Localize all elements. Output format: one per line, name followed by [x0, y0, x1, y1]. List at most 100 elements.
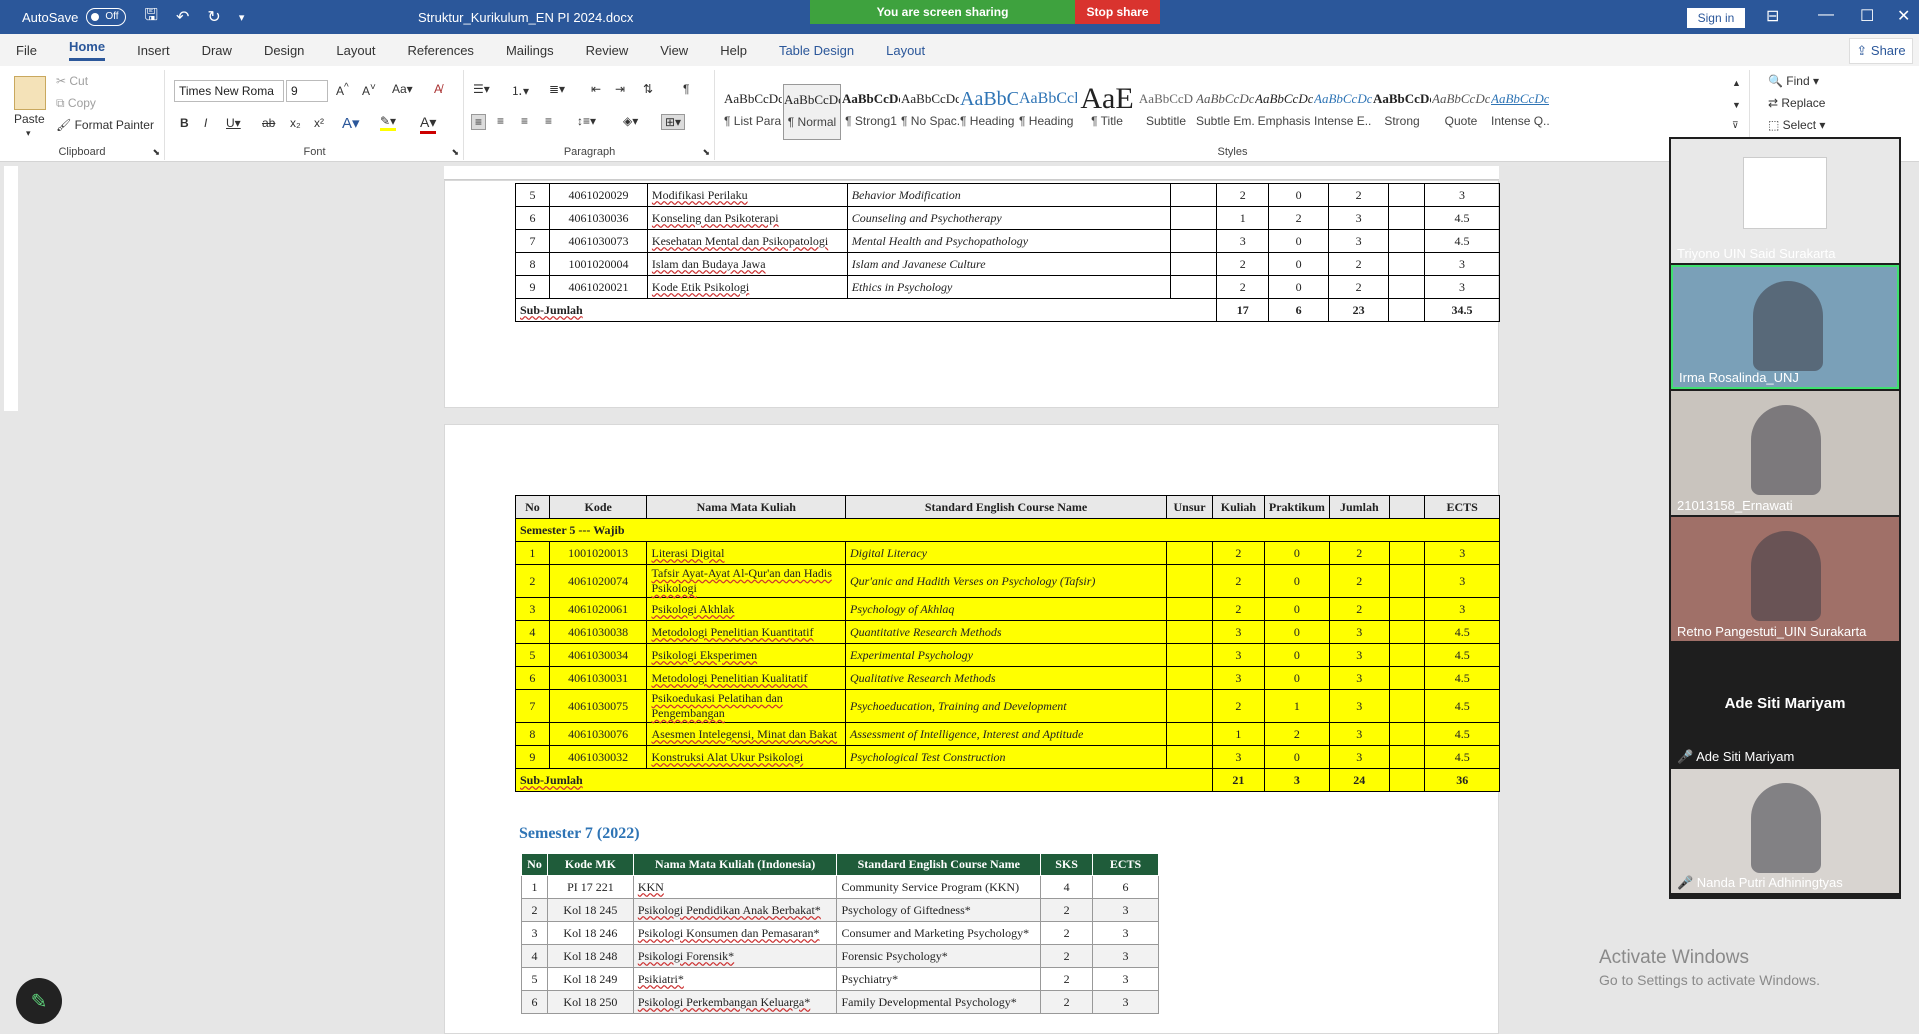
select-button[interactable]: ⬚ Select ▾: [1768, 118, 1825, 132]
semester5-cell: Psikologi Akhlak: [646, 597, 846, 621]
ribbon-display-icon[interactable]: ⊟: [1766, 6, 1779, 26]
page-1[interactable]: 5 4061020029 Modifikasi Perilaku Behavior M…: [444, 180, 1500, 408]
replace-button[interactable]: ⇄ Replace: [1768, 96, 1825, 110]
paste-button[interactable]: Paste: [14, 112, 45, 126]
align-left-icon[interactable]: ≡: [471, 114, 487, 130]
tab-home[interactable]: Home: [68, 39, 106, 61]
page1-cell: [1170, 275, 1218, 299]
tab-view[interactable]: View: [660, 43, 688, 58]
styles-scroll-up-icon[interactable]: ▲: [1732, 78, 1741, 88]
italic-icon[interactable]: I: [204, 116, 207, 130]
semester5-cell: Quantitative Research Methods: [844, 620, 1168, 644]
tab-help[interactable]: Help: [720, 43, 747, 58]
page-2[interactable]: No Kode Nama Mata Kuliah Standard English C…: [444, 424, 1500, 1034]
justify-icon[interactable]: ≡: [545, 114, 552, 128]
semester7-header: ECTS: [1092, 853, 1159, 876]
decrease-indent-icon[interactable]: ⇤: [591, 82, 601, 96]
share-button[interactable]: ⇪ Share: [1849, 38, 1913, 64]
autosave-toggle[interactable]: Off: [86, 8, 127, 26]
superscript-icon[interactable]: x²: [314, 116, 324, 130]
style-preview: AaBbCcDd: [842, 91, 900, 106]
clipboard-launcher-icon[interactable]: ⬊: [152, 147, 160, 158]
style-subtle-em[interactable]: AaBbCcDc Subtle Em...: [1196, 84, 1254, 140]
highlight-color-icon[interactable]: ✎▾: [380, 114, 397, 131]
style-heading-1[interactable]: AaBbC ¶ Heading 1: [960, 84, 1018, 140]
borders-icon[interactable]: ⊞▾: [661, 114, 686, 130]
style-heading-2[interactable]: AaBbCcl ¶ Heading 2: [1019, 84, 1077, 140]
stop-share-button[interactable]: Stop share: [1075, 0, 1160, 24]
sort-icon[interactable]: ⇅: [643, 82, 653, 96]
paste-icon[interactable]: [14, 76, 46, 110]
shrink-font-icon[interactable]: A˅: [362, 82, 376, 98]
font-name-combobox[interactable]: Times New Roma: [174, 80, 284, 102]
maximize-icon[interactable]: ☐: [1860, 6, 1874, 26]
redo-icon[interactable]: ↻: [207, 7, 220, 27]
bullets-icon[interactable]: ☰▾: [473, 82, 490, 96]
cut-button[interactable]: ✂ Cut: [56, 74, 88, 88]
tab-design[interactable]: Design: [264, 43, 304, 58]
tab-table-layout[interactable]: Layout: [886, 43, 925, 58]
minimize-icon[interactable]: —: [1818, 6, 1834, 24]
style-subtitle[interactable]: AaBbCcD Subtitle: [1137, 84, 1195, 140]
style-title[interactable]: AaE ¶ Title: [1078, 84, 1136, 140]
line-spacing-icon[interactable]: ↕≡▾: [577, 114, 596, 128]
styles-group: AaBbCcDc¶ List Para...AaBbCcDc¶ NormalAa…: [716, 70, 1750, 160]
style-strong[interactable]: AaBbCcDd Strong: [1373, 84, 1431, 140]
tab-mailings[interactable]: Mailings: [506, 43, 554, 58]
style-intense-e[interactable]: AaBbCcDc Intense E...: [1314, 84, 1372, 140]
font-size-combobox[interactable]: 9: [286, 80, 328, 102]
tab-draw[interactable]: Draw: [202, 43, 232, 58]
style-normal[interactable]: AaBbCcDc ¶ Normal: [783, 84, 841, 140]
save-icon[interactable]: 🖫: [144, 4, 158, 31]
style-quote[interactable]: AaBbCcDc Quote: [1432, 84, 1490, 140]
style-intense-q[interactable]: AaBbCcDc Intense Q...: [1491, 84, 1549, 140]
styles-scroll-down-icon[interactable]: ▼: [1732, 100, 1741, 110]
shading-icon[interactable]: ◈▾: [623, 114, 638, 128]
style-list-para[interactable]: AaBbCcDc ¶ List Para...: [724, 84, 782, 140]
tab-review[interactable]: Review: [586, 43, 629, 58]
find-button[interactable]: 🔍 Find ▾: [1768, 74, 1819, 88]
tab-file[interactable]: File: [16, 43, 37, 58]
semester7-cell: PI 17 221: [546, 875, 634, 899]
paragraph-launcher-icon[interactable]: ⬊: [702, 147, 710, 158]
increase-indent-icon[interactable]: ⇥: [615, 82, 625, 96]
semester5-cell: Metodologi Penelitian Kuantitatif: [646, 620, 846, 644]
page1-cell: 4.5: [1424, 229, 1500, 253]
strikethrough-icon[interactable]: ab: [262, 116, 275, 130]
subscript-icon[interactable]: x₂: [290, 116, 301, 130]
tab-references[interactable]: References: [407, 43, 473, 58]
change-case-icon[interactable]: Aa▾: [392, 82, 413, 96]
customize-qat-icon[interactable]: ▾: [239, 11, 245, 24]
align-center-icon[interactable]: ≡: [497, 114, 504, 128]
numbering-icon[interactable]: ⒈▾: [511, 82, 529, 99]
grow-font-icon[interactable]: A^: [336, 82, 349, 98]
vertical-ruler[interactable]: [4, 166, 18, 411]
style-strong1[interactable]: AaBbCcDd ¶ Strong1: [842, 84, 900, 140]
horizontal-ruler[interactable]: [444, 166, 1499, 180]
tab-layout[interactable]: Layout: [336, 43, 375, 58]
close-icon[interactable]: ✕: [1897, 6, 1910, 26]
annotate-pen-button[interactable]: ✎: [16, 978, 62, 1024]
show-formatting-icon[interactable]: ¶: [683, 82, 689, 96]
style-preview: AaBbCcDc: [784, 92, 840, 107]
semester5-row: 7 4061030075 Psikoedukasi Pelatihan dan Pe…: [515, 689, 1500, 723]
styles-more-icon[interactable]: ⊽: [1732, 120, 1739, 131]
text-effects-icon[interactable]: A▾: [342, 114, 360, 132]
document-title[interactable]: Struktur_Kurikulum_EN PI 2024.docx: [418, 10, 633, 25]
font-color-icon[interactable]: A▾: [420, 114, 437, 134]
align-right-icon[interactable]: ≡: [521, 114, 528, 128]
undo-icon[interactable]: ↶: [176, 7, 189, 27]
copy-button[interactable]: ⧉ Copy: [56, 96, 96, 111]
style-emphasis[interactable]: AaBbCcDc Emphasis: [1255, 84, 1313, 140]
bold-icon[interactable]: B: [180, 116, 189, 130]
underline-icon[interactable]: U▾: [226, 116, 241, 130]
style-no-spac[interactable]: AaBbCcDc ¶ No Spac...: [901, 84, 959, 140]
format-painter-button[interactable]: 🖌 Format Painter: [56, 118, 154, 132]
paste-dropdown-icon[interactable]: ▾: [26, 128, 31, 139]
multilevel-list-icon[interactable]: ≣▾: [549, 82, 565, 96]
clear-formatting-icon[interactable]: A̸: [434, 82, 442, 96]
tab-table-design[interactable]: Table Design: [779, 43, 854, 58]
tab-insert[interactable]: Insert: [137, 43, 170, 58]
font-launcher-icon[interactable]: ⬊: [451, 147, 459, 158]
sign-in-button[interactable]: Sign in: [1687, 8, 1745, 28]
